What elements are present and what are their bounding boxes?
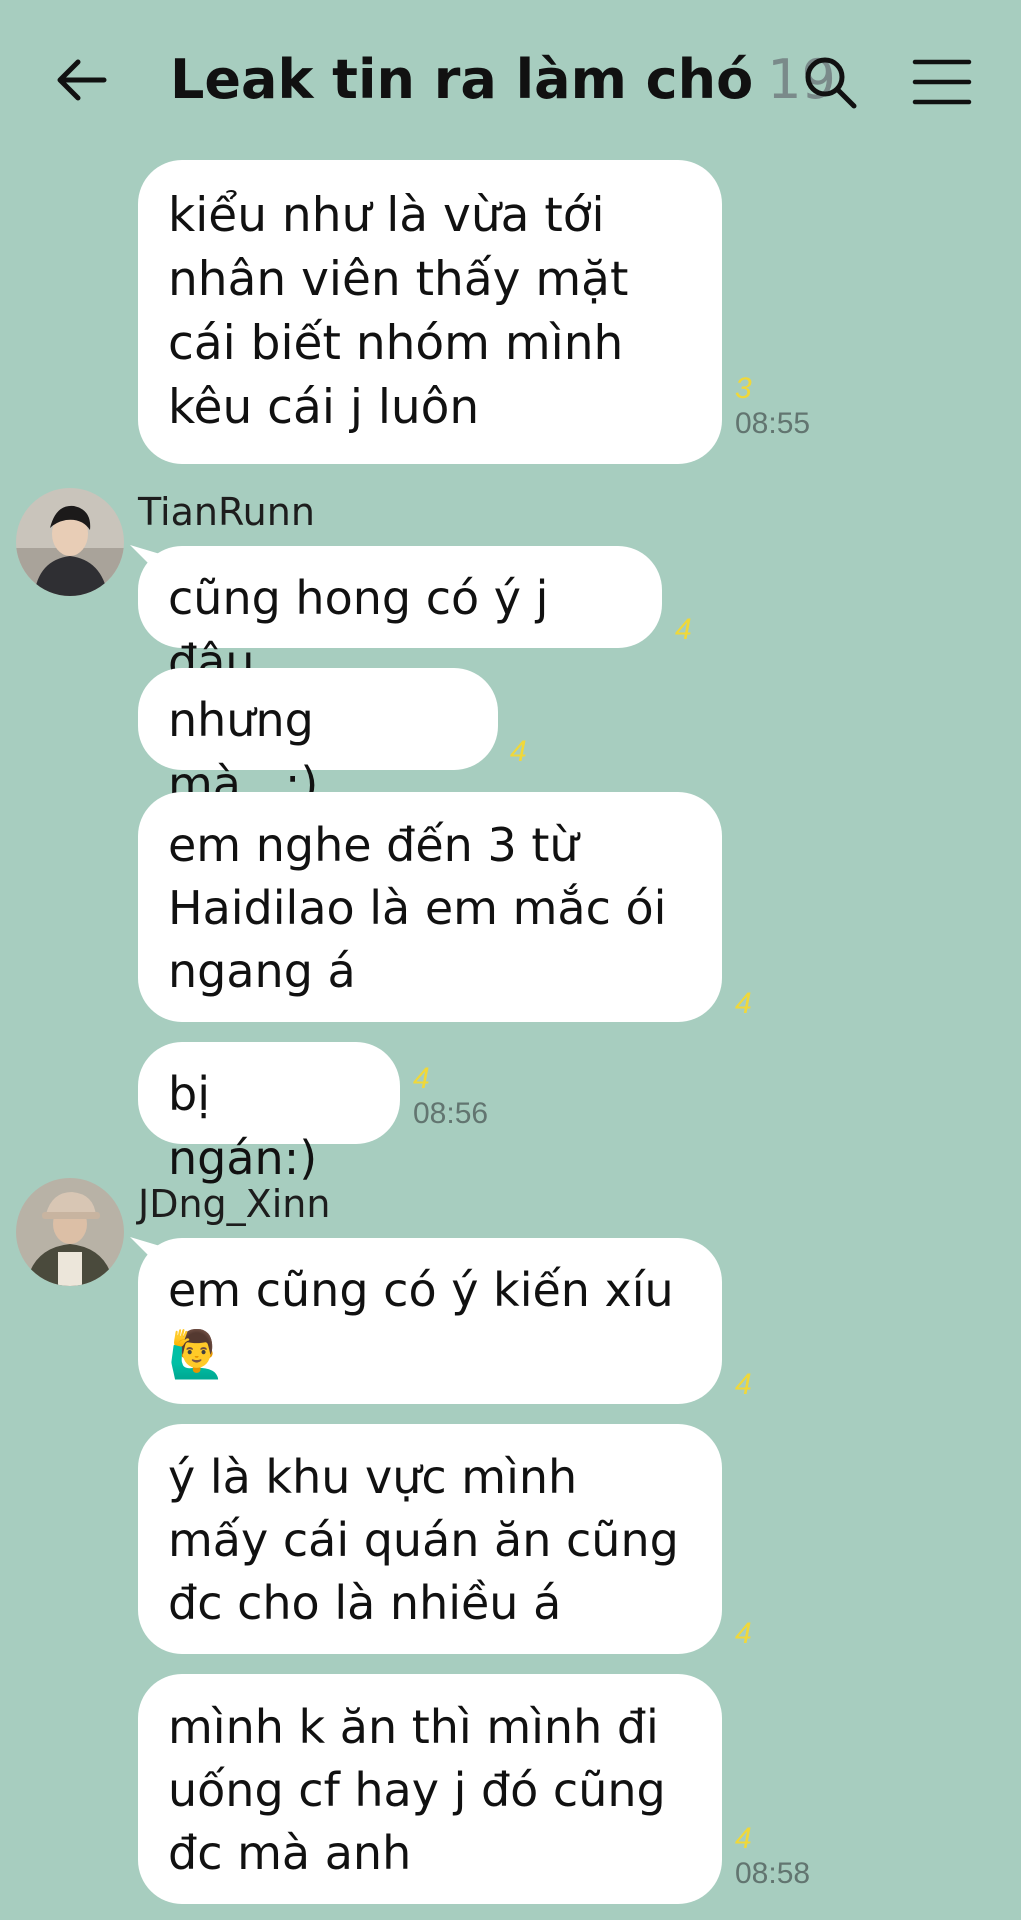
chat-header: Leak tin ra làm chó 19 — [0, 0, 1021, 160]
message-meta: 4 — [735, 987, 752, 1021]
message-bubble[interactable]: nhưng mà...:) — [138, 668, 498, 811]
read-count: 4 — [510, 735, 527, 768]
avatar-jdngxinn-icon — [16, 1178, 124, 1286]
message-text: em nghe đến 3 từ Haidilao là em mắc ói n… — [168, 818, 667, 998]
read-count: 3 — [735, 372, 752, 405]
message-meta: 4 08:56 — [413, 1062, 488, 1132]
avatar[interactable] — [16, 488, 124, 596]
sender-name: JDng_Xinn — [138, 1182, 331, 1226]
sender-name: TianRunn — [138, 490, 315, 534]
read-count: 4 — [413, 1062, 430, 1095]
message-meta: 4 — [735, 1617, 752, 1651]
message-bubble[interactable]: kiểu như là vừa tới nhân viên thấy mặt c… — [138, 160, 722, 464]
avatar-tianrunn-icon — [16, 488, 124, 596]
message-bubble[interactable]: mình k ăn thì mình đi uống cf hay j đó c… — [138, 1674, 722, 1904]
search-icon[interactable] — [800, 52, 860, 112]
arrow-left-icon[interactable] — [52, 50, 112, 110]
message-meta: 4 — [735, 1368, 752, 1402]
timestamp: 08:58 — [735, 1857, 811, 1890]
chat-title: Leak tin ra làm chó 19 — [170, 45, 836, 115]
read-count: 4 — [735, 1368, 752, 1401]
hamburger-menu-icon[interactable] — [912, 54, 972, 110]
timestamp: 08:55 — [735, 407, 811, 440]
message-text: ý là khu vực mình mấy cái quán ăn cũng đ… — [168, 1450, 679, 1630]
message-meta: 3 08:55 — [735, 372, 810, 442]
message-bubble[interactable]: em cũng có ý kiến xíu 🙋‍♂️ — [138, 1238, 722, 1404]
read-count: 4 — [735, 987, 752, 1020]
message-bubble[interactable]: em nghe đến 3 từ Haidilao là em mắc ói n… — [138, 792, 722, 1022]
message-meta: 4 — [510, 735, 527, 769]
message-meta: 4 — [675, 613, 692, 647]
group-name: Leak tin ra làm chó — [170, 48, 754, 111]
message-text: em cũng có ý kiến xíu 🙋‍♂️ — [168, 1263, 674, 1381]
avatar[interactable] — [16, 1178, 124, 1286]
message-meta: 4 08:58 — [735, 1822, 810, 1892]
timestamp: 08:56 — [413, 1097, 489, 1130]
message-bubble[interactable]: cũng hong có ý j đâu — [138, 546, 662, 689]
message-bubble[interactable]: bị ngán:) — [138, 1042, 400, 1185]
message-bubble[interactable]: ý là khu vực mình mấy cái quán ăn cũng đ… — [138, 1424, 722, 1654]
read-count: 4 — [675, 613, 692, 646]
read-count: 4 — [735, 1822, 752, 1855]
read-count: 4 — [735, 1617, 752, 1650]
message-text: kiểu như là vừa tới nhân viên thấy mặt c… — [168, 188, 629, 435]
message-text: mình k ăn thì mình đi uống cf hay j đó c… — [168, 1700, 666, 1880]
message-text: bị ngán:) — [168, 1067, 318, 1185]
